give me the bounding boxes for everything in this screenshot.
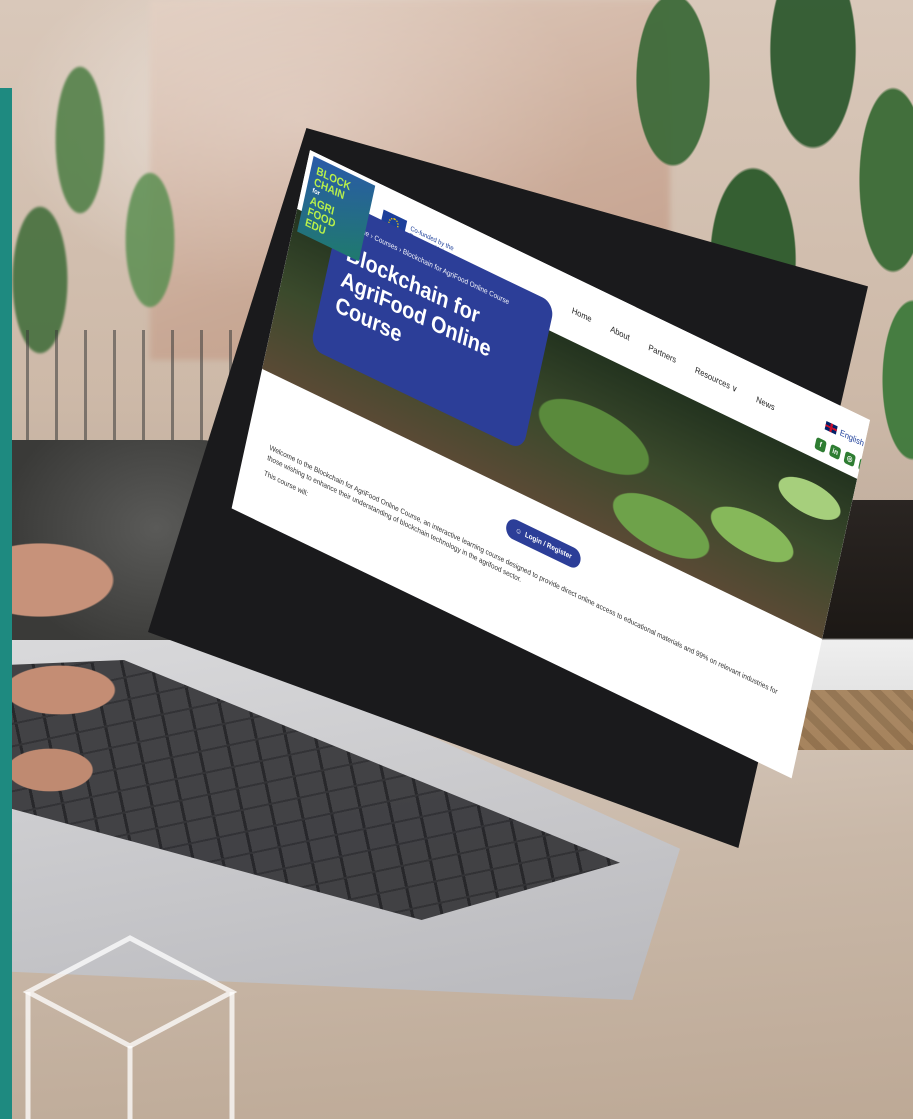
uk-flag-icon — [824, 420, 838, 435]
cube-outline-icon — [22, 935, 238, 1119]
nav-item-home[interactable]: Home — [571, 305, 593, 325]
nav-item-resources[interactable]: Resources ∨ — [694, 365, 738, 396]
nav-item-news[interactable]: News — [755, 394, 775, 413]
linkedin-icon[interactable]: in — [828, 443, 842, 461]
user-icon: ☺ — [514, 526, 523, 537]
nav-item-partners[interactable]: Partners — [647, 342, 678, 366]
facebook-icon[interactable]: f — [814, 436, 827, 454]
nav-item-about[interactable]: About — [609, 324, 631, 343]
photo-scene: BLOCK CHAIN for AGRI FOOD EDU Co-funded … — [0, 0, 913, 1119]
typing-hands — [0, 520, 170, 820]
instagram-icon[interactable]: ◎ — [843, 450, 856, 468]
